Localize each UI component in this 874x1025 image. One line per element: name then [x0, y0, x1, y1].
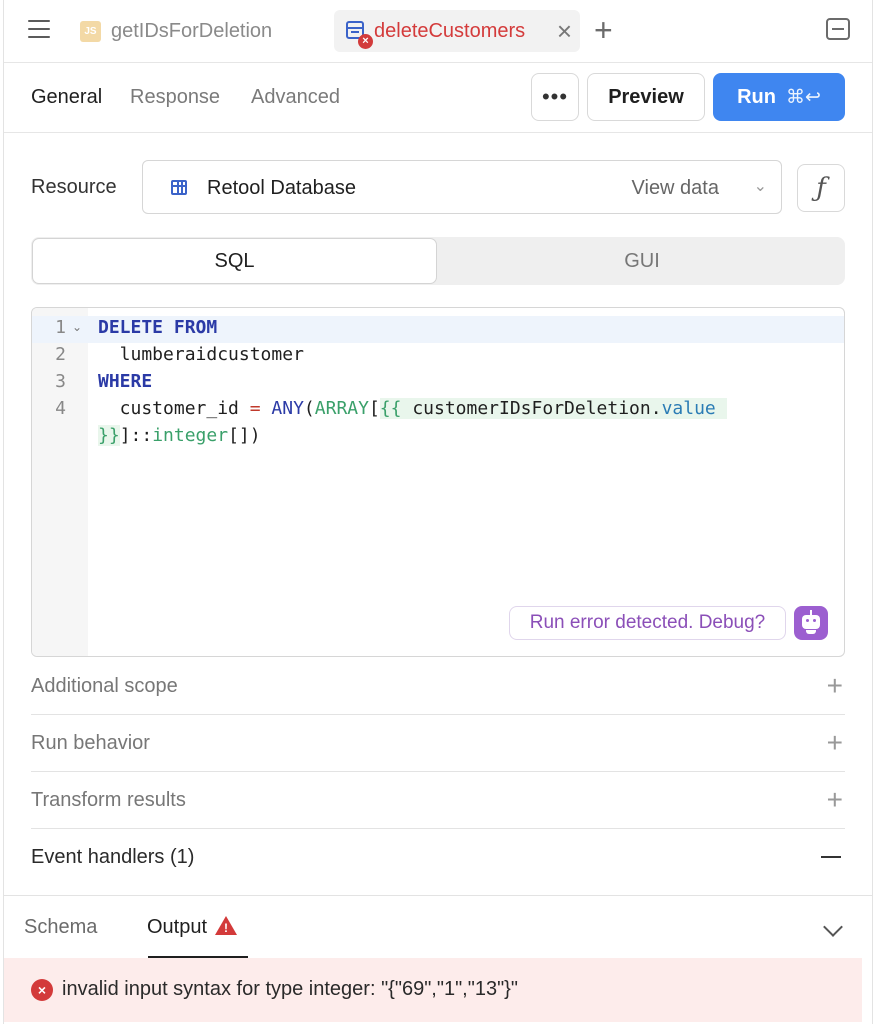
- code-line: }}]::integer[]): [98, 425, 261, 446]
- section-title: Run behavior: [31, 732, 150, 754]
- resource-select[interactable]: Retool Database View data ⌄: [142, 160, 782, 214]
- mode-toggle: SQL GUI: [31, 237, 845, 285]
- section-title: Event handlers (1): [31, 846, 195, 868]
- more-options-button[interactable]: •••: [531, 73, 579, 121]
- chevron-down-icon: ⌄: [753, 178, 767, 195]
- code-token: }}: [98, 425, 120, 446]
- collapse-panel-icon[interactable]: [826, 18, 850, 40]
- resource-name: Retool Database: [207, 177, 356, 199]
- section-title: Additional scope: [31, 675, 178, 697]
- run-label: Run: [737, 85, 776, 108]
- tab-general[interactable]: General: [31, 86, 102, 109]
- code-token: customer_id: [98, 398, 239, 419]
- gui-mode-button[interactable]: GUI: [439, 237, 845, 285]
- query-toolbar: General Response Advanced ••• Preview Ru…: [4, 62, 872, 133]
- tab-output-label: Output: [147, 916, 208, 938]
- code-token: DELETE FROM: [98, 317, 218, 338]
- code-line: customer_id = ANY(ARRAY[{{ customerIDsFo…: [98, 398, 727, 419]
- tab-schema[interactable]: Schema: [24, 916, 97, 939]
- warning-icon: !: [215, 916, 238, 935]
- close-tab-icon[interactable]: ×: [557, 18, 572, 44]
- add-tab-icon[interactable]: +: [594, 14, 613, 46]
- error-message: invalid input syntax for type integer: "…: [62, 978, 518, 1000]
- table-icon: [171, 180, 187, 195]
- code-token: {{: [379, 398, 413, 419]
- tab-getidsfordeletion[interactable]: JS getIDsForDeletion: [80, 18, 272, 44]
- section-run-behavior[interactable]: Run behavior +: [31, 715, 845, 772]
- query-tab-bar: JS getIDsForDeletion × deleteCustomers ×…: [4, 0, 872, 63]
- query-editor-panel: JS getIDsForDeletion × deleteCustomers ×…: [3, 0, 873, 1024]
- ai-assistant-icon[interactable]: [794, 606, 828, 640]
- code-token: []): [228, 425, 261, 446]
- error-badge-icon: ×: [358, 34, 373, 49]
- plus-icon[interactable]: +: [827, 672, 843, 700]
- line-number: 4: [55, 398, 66, 419]
- code-token: ARRAY: [314, 398, 369, 419]
- js-icon: JS: [80, 20, 101, 42]
- view-data-link[interactable]: View data: [632, 177, 719, 200]
- section-transform-results[interactable]: Transform results +: [31, 772, 845, 829]
- preview-button[interactable]: Preview: [587, 73, 705, 121]
- resource-label: Resource: [31, 176, 117, 198]
- database-query-icon: ×: [344, 19, 373, 49]
- section-additional-scope[interactable]: Additional scope +: [31, 658, 845, 715]
- run-button[interactable]: Run ⌘↩: [713, 73, 845, 121]
- debug-prompt-button[interactable]: Run error detected. Debug?: [509, 606, 786, 640]
- tab-response[interactable]: Response: [130, 86, 220, 109]
- code-token: (: [303, 398, 315, 419]
- tab-output[interactable]: Output!: [147, 916, 238, 939]
- line-number: 1: [55, 317, 66, 338]
- line-number: 3: [55, 371, 66, 392]
- code-line: WHERE: [98, 371, 152, 392]
- robot-head: [802, 615, 820, 629]
- section-event-handlers[interactable]: Event handlers (1): [31, 829, 845, 886]
- code-token: .: [650, 398, 662, 419]
- code-line: DELETE FROM: [98, 317, 217, 338]
- robot-neck: [806, 630, 816, 634]
- fold-chevron-icon[interactable]: ⌄: [72, 320, 82, 334]
- run-shortcut: ⌘↩: [785, 86, 821, 108]
- code-token: customerIDsForDeletion: [412, 398, 651, 419]
- code-token: [: [368, 398, 380, 419]
- menu-icon[interactable]: [28, 20, 50, 38]
- tab-label: getIDsForDeletion: [111, 19, 273, 42]
- code-token: ]::: [119, 425, 153, 446]
- code-line: lumberaidcustomer: [98, 344, 304, 365]
- plus-icon[interactable]: +: [827, 786, 843, 814]
- line-number: 2: [55, 344, 66, 365]
- function-button[interactable]: ƒ: [797, 164, 845, 212]
- code-token: integer: [152, 425, 229, 446]
- section-title: Transform results: [31, 789, 186, 811]
- tab-label: deleteCustomers: [374, 19, 526, 42]
- plus-icon[interactable]: +: [827, 729, 843, 757]
- chevron-down-icon[interactable]: [823, 917, 843, 937]
- code-token: WHERE: [98, 371, 153, 392]
- sql-mode-button[interactable]: SQL: [32, 238, 437, 284]
- sql-code-editor[interactable]: 1 ⌄ 2 3 4 DELETE FROM lumberaidcustomer …: [31, 307, 845, 657]
- code-token: ANY: [271, 398, 304, 419]
- tab-deletecustomers[interactable]: × deleteCustomers ×: [334, 10, 580, 52]
- template-expression: {{ customerIDsForDeletion.value: [379, 398, 727, 419]
- minus-icon[interactable]: [821, 856, 841, 858]
- error-message-bar: × invalid input syntax for type integer:…: [4, 958, 862, 1022]
- results-panel: Schema Output! × invalid input syntax fo…: [4, 895, 872, 1025]
- tab-advanced[interactable]: Advanced: [251, 86, 340, 109]
- code-token: =: [238, 398, 272, 419]
- error-icon: ×: [31, 979, 53, 1001]
- code-token: lumberaidcustomer: [98, 344, 304, 365]
- code-token: value: [661, 398, 716, 419]
